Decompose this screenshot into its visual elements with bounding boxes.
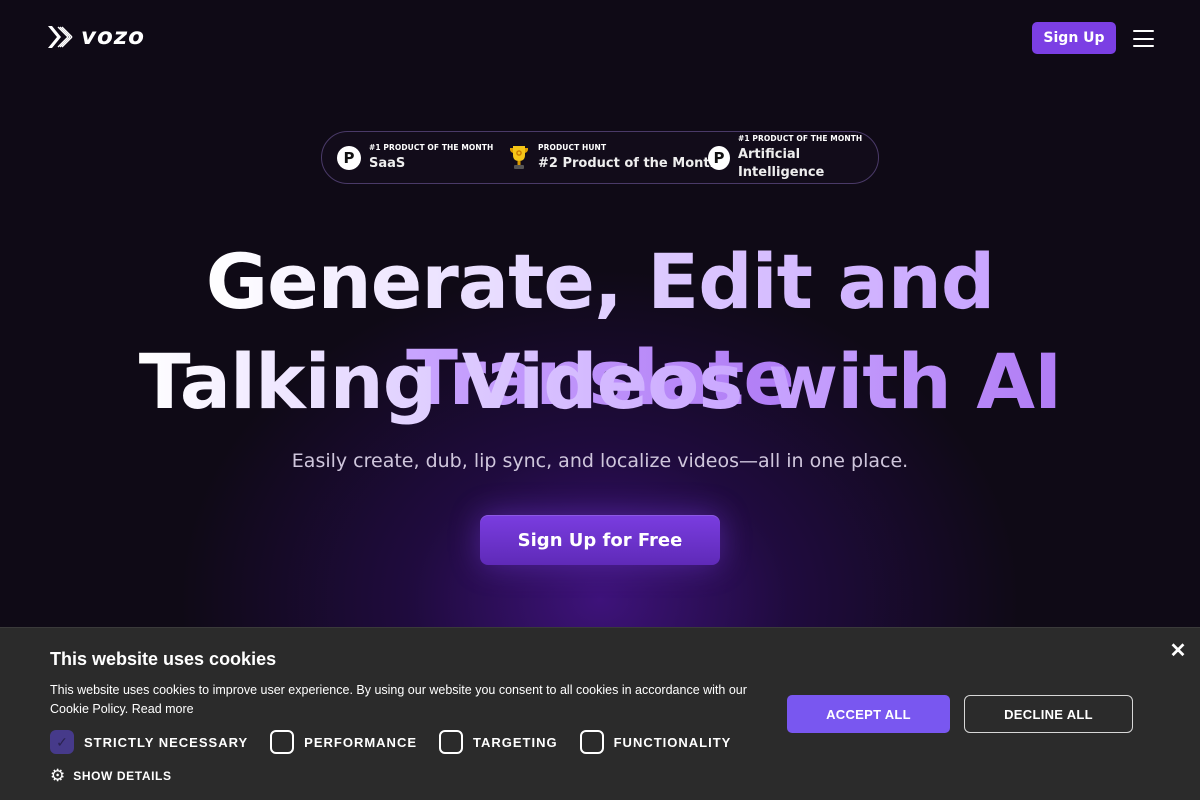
decline-all-button[interactable]: DECLINE ALL (964, 695, 1133, 733)
menu-bar (1133, 37, 1154, 40)
cookie-banner: This website uses cookies This website u… (0, 627, 1200, 800)
sign-up-free-button[interactable]: Sign Up for Free (480, 515, 720, 565)
cookie-title: This website uses cookies (50, 649, 277, 669)
option-label: PERFORMANCE (304, 734, 418, 750)
option-label: FUNCTIONALITY (613, 734, 732, 750)
award-caption: #1 PRODUCT OF THE MONTH (737, 133, 863, 143)
trophy-icon (510, 145, 528, 169)
hero-subtitle: Easily create, dub, lip sync, and locali… (291, 450, 909, 472)
option-label: STRICTLY NECESSARY (84, 734, 249, 750)
hero-headline-line2: Talking Videos with AI (0, 334, 1200, 430)
read-more-link[interactable]: Read more (132, 702, 194, 716)
headline-text: Talking Videos with AI (138, 337, 1063, 426)
option-targeting[interactable]: TARGETING (439, 730, 558, 754)
product-hunt-icon: P (337, 145, 361, 170)
vozo-logo[interactable]: vozo (47, 24, 145, 50)
awards-pill: P #1 PRODUCT OF THE MONTH SaaS PRODUCT H… (321, 131, 879, 184)
cookie-options: ✓ STRICTLY NECESSARY PERFORMANCE TARGETI… (50, 730, 753, 754)
close-icon[interactable]: ✕ (1168, 640, 1188, 662)
award-caption: PRODUCT HUNT (538, 142, 607, 152)
award-saas[interactable]: P #1 PRODUCT OF THE MONTH SaaS (337, 132, 493, 183)
menu-bar (1133, 45, 1154, 47)
award-caption: #1 PRODUCT OF THE MONTH (369, 142, 494, 152)
checkbox-icon[interactable] (270, 730, 295, 754)
checkbox-icon[interactable] (439, 730, 464, 754)
award-title: Artificial Intelligence (737, 146, 825, 180)
show-details-button[interactable]: ⚙ SHOW DETAILS (50, 766, 172, 785)
gear-icon: ⚙ (50, 766, 66, 785)
menu-bar (1133, 30, 1154, 32)
logo-text: vozo (81, 24, 145, 50)
hamburger-menu-icon[interactable] (1133, 30, 1154, 47)
show-details-label: SHOW DETAILS (73, 769, 172, 783)
option-strictly-necessary[interactable]: ✓ STRICTLY NECESSARY (50, 730, 248, 754)
option-label: TARGETING (473, 734, 558, 750)
vozo-logo-icon (48, 26, 73, 48)
award-ai[interactable]: P #1 PRODUCT OF THE MONTH Artificial Int… (708, 132, 878, 183)
option-performance[interactable]: PERFORMANCE (270, 730, 417, 754)
option-functionality[interactable]: FUNCTIONALITY (579, 730, 732, 754)
checkbox-icon[interactable] (579, 730, 604, 754)
checkbox-checked-icon[interactable]: ✓ (50, 730, 74, 754)
sign-up-button[interactable]: Sign Up (1032, 22, 1116, 54)
award-product-hunt[interactable]: PRODUCT HUNT #2 Product of the Month (508, 132, 719, 183)
accept-all-button[interactable]: ACCEPT ALL (787, 695, 950, 733)
product-hunt-icon: P (708, 145, 730, 170)
award-title: SaaS (369, 155, 406, 171)
award-title: #2 Product of the Month (538, 155, 719, 171)
cookie-description: This website uses cookies to improve use… (50, 681, 780, 719)
